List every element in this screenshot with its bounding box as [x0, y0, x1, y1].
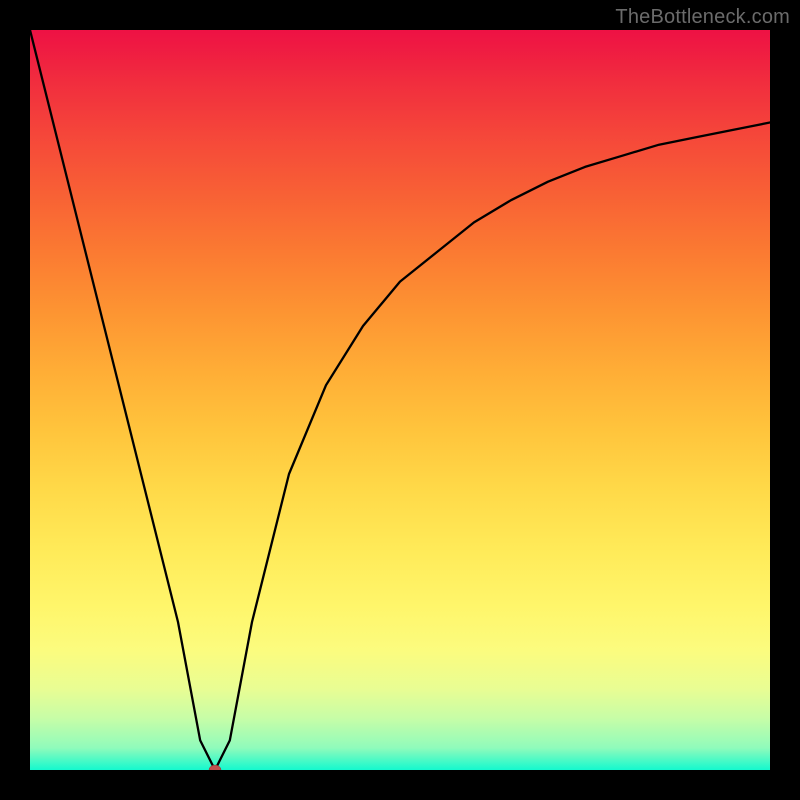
bottleneck-curve — [30, 30, 770, 770]
chart-frame: TheBottleneck.com — [0, 0, 800, 800]
plot-area — [30, 30, 770, 770]
watermark-text: TheBottleneck.com — [615, 6, 790, 29]
min-point-marker — [209, 765, 221, 770]
curve-svg — [30, 30, 770, 770]
